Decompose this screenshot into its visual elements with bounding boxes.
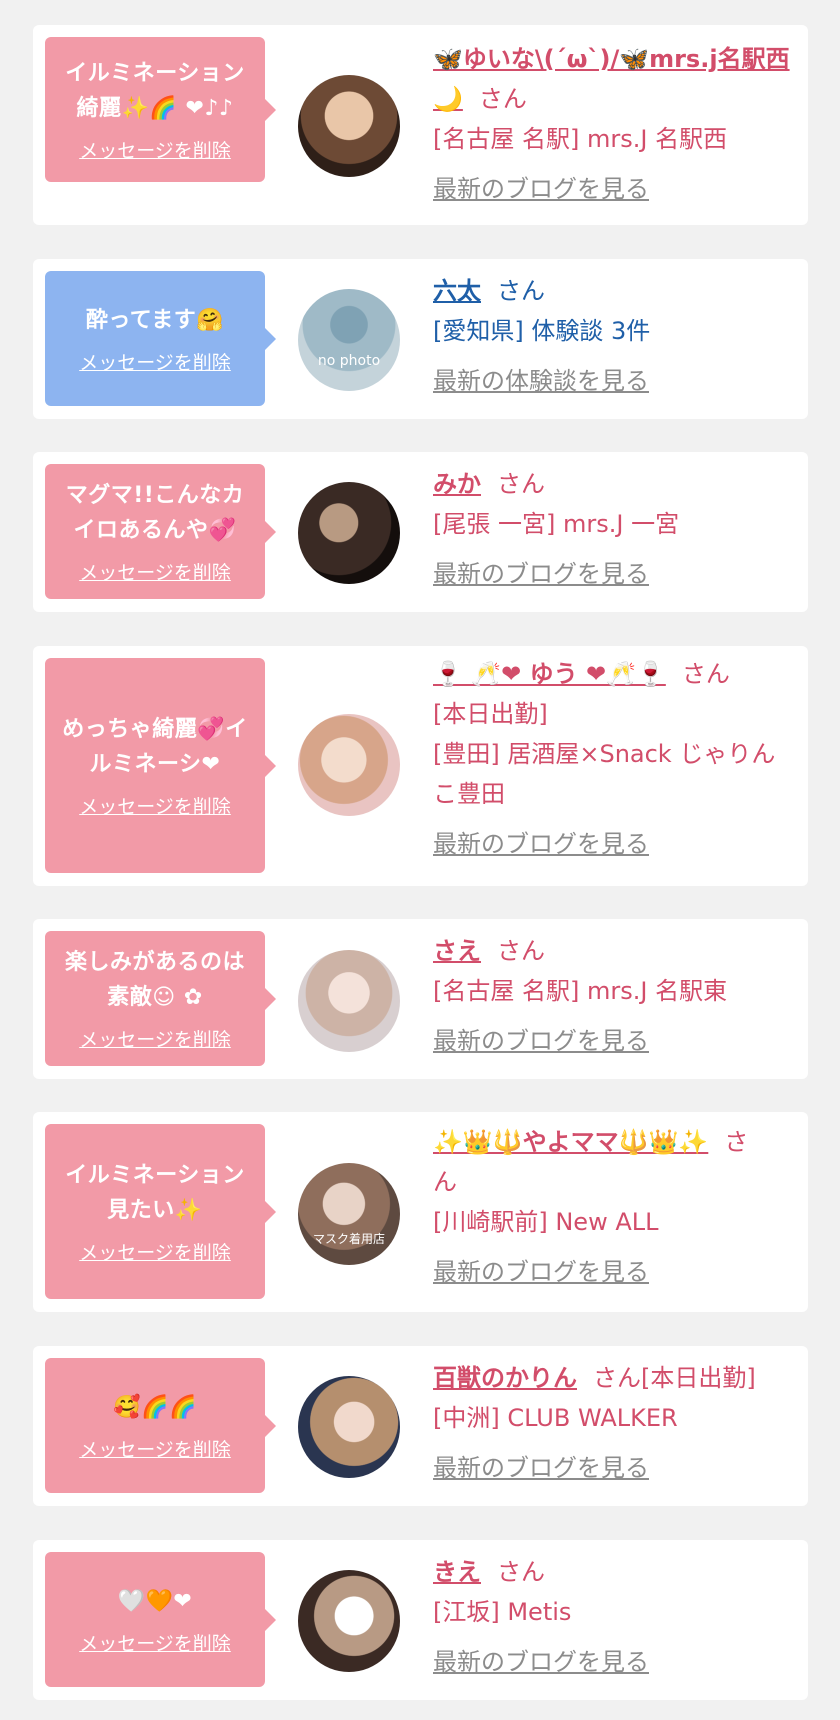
user-info: さえ さん [名古屋 名駅] mrs.J 名駅東 最新のブログを見る — [433, 931, 803, 1061]
honorific: さん — [497, 277, 545, 305]
no-photo-label: no photo — [317, 353, 381, 369]
shop-text: [尾張 一宮] mrs.J 一宮 — [433, 510, 680, 538]
message-bubble: 🥰🌈🌈 メッセージを削除 — [45, 1358, 276, 1493]
message-text: イルミネーション綺麗✨🌈 ❤♪♪ — [65, 61, 245, 121]
user-info: 百獣のかりん さん[本日出勤] [中洲] CLUB WALKER 最新のブログを見… — [433, 1358, 803, 1488]
user-name-link[interactable]: さえ — [433, 937, 481, 965]
delete-message-button[interactable]: メッセージを削除 — [79, 348, 231, 375]
delete-message-button[interactable]: メッセージを削除 — [79, 558, 231, 585]
latest-blog-link[interactable]: 最新のブログを見る — [433, 824, 649, 864]
area-text: [愛知県] 体験談 3件 — [433, 317, 651, 345]
list-item: 🥰🌈🌈 メッセージを削除 百獣のかりん さん[本日出勤] [中洲] CLUB WA… — [33, 1346, 808, 1506]
status-text: [本日出勤] — [433, 700, 548, 728]
honorific-continued: ん — [433, 1168, 457, 1196]
message-text: マグマ!!こんなカイロあるんや💞 — [65, 483, 245, 543]
user-name-link[interactable]: ✨👑🔱やよママ🔱👑✨ — [433, 1128, 708, 1156]
message-text: めっちゃ綺麗💞イルミネーシ❤ — [62, 717, 248, 777]
avatar[interactable] — [298, 75, 400, 177]
delete-message-button[interactable]: メッセージを削除 — [79, 1629, 231, 1656]
avatar[interactable] — [298, 482, 400, 584]
message-bubble: イルミネーション見たい✨ メッセージを削除 — [45, 1124, 276, 1299]
honorific: さん — [497, 1558, 545, 1586]
latest-blog-link[interactable]: 最新のブログを見る — [433, 554, 649, 594]
mask-shop-label: マスク着用店 — [312, 1232, 385, 1246]
honorific: さん — [497, 937, 545, 965]
delete-message-button[interactable]: メッセージを削除 — [79, 1025, 231, 1052]
delete-message-button[interactable]: メッセージを削除 — [79, 1238, 231, 1265]
message-bubble: イルミネーション綺麗✨🌈 ❤♪♪ メッセージを削除 — [45, 37, 276, 182]
message-text: 🤍🧡❤ — [117, 1588, 193, 1614]
list-item: 楽しみがあるのは素敵☺ ✿ メッセージを削除 さえ さん [名古屋 名駅] mrs… — [33, 919, 808, 1079]
delete-message-button[interactable]: メッセージを削除 — [79, 136, 231, 163]
user-name-link[interactable]: 🍷 🥂❤ ゆう ❤🥂🍷 — [433, 660, 666, 688]
shop-text: [中洲] CLUB WALKER — [433, 1404, 678, 1432]
honorific: さ — [724, 1128, 749, 1156]
delete-message-button[interactable]: メッセージを削除 — [79, 792, 231, 819]
message-text: 酔ってます🤗 — [85, 307, 225, 333]
user-info: ✨👑🔱やよママ🔱👑✨ さ ん [川崎駅前] New ALL 最新のブログを見る — [433, 1122, 803, 1292]
shop-text: [川崎駅前] New ALL — [433, 1208, 659, 1236]
user-info: みか さん [尾張 一宮] mrs.J 一宮 最新のブログを見る — [433, 464, 803, 594]
delete-message-button[interactable]: メッセージを削除 — [79, 1435, 231, 1462]
message-bubble: 酔ってます🤗 メッセージを削除 — [45, 271, 276, 406]
latest-blog-link[interactable]: 最新のブログを見る — [433, 1021, 649, 1061]
message-list: イルミネーション綺麗✨🌈 ❤♪♪ メッセージを削除 🦋ゆいな\(´ω`)/🦋mr… — [0, 0, 840, 1720]
avatar[interactable]: no photo — [298, 289, 400, 391]
latest-review-link[interactable]: 最新の体験談を見る — [433, 361, 649, 401]
user-name-link[interactable]: きえ — [433, 1558, 481, 1586]
honorific: さん — [497, 470, 545, 498]
avatar[interactable]: マスク着用店 — [298, 1163, 400, 1265]
list-item: 🤍🧡❤ メッセージを削除 きえ さん [江坂] Metis 最新のブログを見る — [33, 1540, 808, 1700]
message-bubble: 楽しみがあるのは素敵☺ ✿ メッセージを削除 — [45, 931, 276, 1066]
shop-text: [豊田] 居酒屋×Snack じゃりん — [433, 740, 776, 768]
latest-blog-link[interactable]: 最新のブログを見る — [433, 1252, 649, 1292]
avatar[interactable] — [298, 1376, 400, 1478]
user-info: きえ さん [江坂] Metis 最新のブログを見る — [433, 1552, 803, 1682]
message-text: 楽しみがあるのは素敵☺ ✿ — [64, 950, 245, 1010]
honorific: さん[本日出勤] — [593, 1364, 756, 1392]
message-text: 🥰🌈🌈 — [113, 1394, 197, 1420]
avatar[interactable] — [298, 950, 400, 1052]
latest-blog-link[interactable]: 最新のブログを見る — [433, 1448, 649, 1488]
shop-text-continued: こ豊田 — [433, 780, 505, 808]
user-name-link[interactable]: 六太 — [433, 277, 481, 305]
latest-blog-link[interactable]: 最新のブログを見る — [433, 169, 649, 209]
honorific: さん — [681, 660, 730, 688]
avatar[interactable] — [298, 1570, 400, 1672]
latest-blog-link[interactable]: 最新のブログを見る — [433, 1642, 649, 1682]
list-item: マグマ!!こんなカイロあるんや💞 メッセージを削除 みか さん [尾張 一宮] m… — [33, 452, 808, 612]
user-name-link[interactable]: 百獣のかりん — [433, 1364, 577, 1392]
list-item: イルミネーション綺麗✨🌈 ❤♪♪ メッセージを削除 🦋ゆいな\(´ω`)/🦋mr… — [33, 25, 808, 225]
message-text: イルミネーション見たい✨ — [65, 1163, 245, 1223]
avatar[interactable] — [298, 714, 400, 816]
honorific: さん — [478, 85, 527, 113]
message-bubble: マグマ!!こんなカイロあるんや💞 メッセージを削除 — [45, 464, 276, 599]
list-item: 酔ってます🤗 メッセージを削除 no photo 六太 さん [愛知県] 体験談 … — [33, 259, 808, 419]
shop-text: [名古屋 名駅] mrs.J 名駅西 — [433, 125, 728, 153]
shop-text: [名古屋 名駅] mrs.J 名駅東 — [433, 977, 728, 1005]
user-info: 六太 さん [愛知県] 体験談 3件 最新の体験談を見る — [433, 271, 803, 401]
list-item: イルミネーション見たい✨ メッセージを削除 マスク着用店 ✨👑🔱やよママ🔱👑✨ さ… — [33, 1112, 808, 1312]
message-bubble: めっちゃ綺麗💞イルミネーシ❤ メッセージを削除 — [45, 658, 276, 873]
shop-text: [江坂] Metis — [433, 1598, 572, 1626]
message-bubble: 🤍🧡❤ メッセージを削除 — [45, 1552, 276, 1687]
user-name-link[interactable]: みか — [433, 470, 481, 498]
list-item: めっちゃ綺麗💞イルミネーシ❤ メッセージを削除 🍷 🥂❤ ゆう ❤🥂🍷 さん [本… — [33, 646, 808, 886]
user-info: 🍷 🥂❤ ゆう ❤🥂🍷 さん [本日出勤] [豊田] 居酒屋×Snack じゃりん… — [433, 654, 803, 864]
user-info: 🦋ゆいな\(´ω`)/🦋mrs.j名駅西🌙 さん [名古屋 名駅] mrs.J 名… — [433, 39, 803, 209]
